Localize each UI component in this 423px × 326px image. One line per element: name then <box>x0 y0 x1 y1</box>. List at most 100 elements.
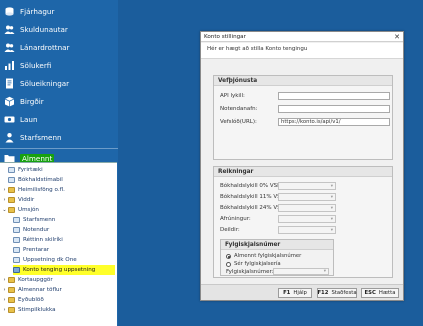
chevron-down-icon: ▾ <box>330 184 333 189</box>
url-label: Vefslóð(URL): <box>220 119 257 125</box>
help-button[interactable]: F1 Hjálp <box>278 288 312 298</box>
folder-icon <box>8 287 15 293</box>
tree-node-notendur[interactable]: Notendur <box>13 225 49 235</box>
attachment-number-group: Fylgiskjalsnúmer Almennt fylgiskjalsnúme… <box>220 239 334 276</box>
confirm-button[interactable]: F12 Staðfesta <box>317 288 357 298</box>
tree-node-prentarar[interactable]: Prentarar <box>13 245 49 255</box>
users-icon <box>4 24 15 35</box>
sidebar-item-label: Lánardrottnar <box>20 42 70 52</box>
radio-button[interactable] <box>226 261 231 267</box>
sidebar-item-label: Sölukerfi <box>20 60 52 70</box>
vat0-account-label: Bókhaldslykill 0% VSK: <box>220 183 283 189</box>
radio-label: Almennt fylgiskjalsnúmer <box>234 253 302 259</box>
tree-node-label: Bókhaldstímabil <box>18 177 63 183</box>
radio-button[interactable] <box>226 253 231 259</box>
folder-icon <box>8 307 15 313</box>
sidebar-item-label: Starfsmenn <box>20 132 62 142</box>
url-field[interactable]: https://konto.is/api/v1/ <box>278 118 390 126</box>
username-field[interactable] <box>278 105 390 113</box>
department-label: Deildir: <box>220 227 240 233</box>
tree-node-label: Uppsetning dk One <box>23 257 77 263</box>
chevron-right-icon[interactable]: › <box>2 307 7 313</box>
sidebar-item-starfsmenn[interactable]: Starfsmenn <box>0 128 118 146</box>
document-icon <box>13 257 20 263</box>
tree-node-konto-tenging[interactable]: Konto tenging uppsetning <box>13 265 115 275</box>
web-service-group: Vefþjónusta API lykill: Notendanafn: Vef… <box>213 75 393 160</box>
tree-node-uppsetning-dk-one[interactable]: Uppsetning dk One <box>13 255 77 265</box>
dialog-footer: F1 Hjálp F12 Staðfesta ESC Hætta <box>201 284 403 300</box>
chevron-down-icon: ▾ <box>323 269 326 274</box>
chevron-down-icon: ▾ <box>330 217 333 222</box>
tree-node-label: Konto tenging uppsetning <box>23 267 96 273</box>
help-shortcut: F1 <box>283 290 291 296</box>
document-icon <box>8 177 15 183</box>
radio-series-number[interactable]: Sér fylgiskjalsería <box>226 261 281 267</box>
tree-node-starfsmenn[interactable]: Starfsmenn <box>13 215 55 225</box>
tree-node-eydublod[interactable]: › Eyðublöð <box>2 295 44 305</box>
chevron-down-icon: ▾ <box>330 195 333 200</box>
group-title: Vefþjónusta <box>214 76 392 86</box>
tree-node-bokhaldstimabil[interactable]: Bókhaldstímabil <box>2 175 63 185</box>
tree-node-label: Réttinn skilríki <box>23 237 63 243</box>
cancel-label: Hætta <box>378 290 396 296</box>
dialog-info-text: Hér er hægt að stilla Konto tengingu <box>201 43 403 59</box>
tree-node-rafraen-skilriki[interactable]: Réttinn skilríki <box>13 235 63 245</box>
sidebar-item-solukerfi[interactable]: Sölukerfi <box>0 56 118 74</box>
sidebar-item-label: Birgðir <box>20 96 44 106</box>
sidebar-item-label: Sölueikningar <box>20 78 70 88</box>
users-icon <box>4 42 15 53</box>
group-title: Reikningar <box>214 167 392 177</box>
tree-node-label: Starfsmenn <box>23 217 56 223</box>
vat24-account-select[interactable]: ▾ <box>278 204 336 212</box>
chevron-right-icon[interactable]: › <box>2 187 7 193</box>
tree-node-kortauppgjor[interactable]: › Kortaupggör <box>2 275 53 285</box>
chevron-down-icon: ▾ <box>330 228 333 233</box>
konto-settings-dialog: Konto stillingar ✕ Hér er hægt að stilla… <box>200 31 404 301</box>
tree-node-label: Kortaupggör <box>18 277 53 283</box>
sidebar-item-label: Laun <box>20 114 38 124</box>
api-key-field[interactable] <box>278 92 390 100</box>
api-key-label: API lykill: <box>220 93 245 99</box>
vat0-account-select[interactable]: ▾ <box>278 182 336 190</box>
folder-icon <box>8 207 15 213</box>
chevron-down-icon: ▾ <box>330 206 333 211</box>
chevron-right-icon[interactable]: › <box>2 297 7 303</box>
tree-node-label: Stimpilklukka <box>18 307 56 313</box>
cancel-button[interactable]: ESC Hætta <box>361 288 399 298</box>
chevron-right-icon[interactable]: › <box>2 197 7 203</box>
tree-node-umsjon[interactable]: ⌄ Umsjón <box>2 205 39 215</box>
department-select[interactable]: ▾ <box>278 226 336 234</box>
sidebar-item-skuldunautar[interactable]: Skuldunautar <box>0 20 118 38</box>
vat24-account-label: Bókhaldslykill 24% VSK: <box>220 205 287 211</box>
tree-node-label: Umsjón <box>18 207 39 213</box>
radio-label: Sér fylgiskjalsería <box>234 261 281 267</box>
sidebar-item-lanardrottnar[interactable]: Lánardrottnar <box>0 38 118 56</box>
tree-node-heimilisfong[interactable]: › Heimilisföng o.fl. <box>2 185 65 195</box>
attachment-number-select[interactable]: ▾ <box>273 268 329 275</box>
project-select[interactable]: ▾ <box>278 215 336 223</box>
dialog-titlebar[interactable]: Konto stillingar ✕ <box>201 32 403 42</box>
sidebar-item-label: Fjárhagur <box>20 6 55 16</box>
sidebar-item-birgdir[interactable]: Birgðir <box>0 92 118 110</box>
sidebar-item-soluikningar[interactable]: Sölueikningar <box>0 74 118 92</box>
tree-node-label: Fyrirtæki <box>18 167 43 173</box>
navigation-tree: Fyrirtæki Bókhaldstímabil › Heimilisföng… <box>0 162 117 326</box>
close-icon[interactable]: ✕ <box>394 33 400 41</box>
invoice-icon <box>4 78 15 89</box>
document-icon <box>13 247 20 253</box>
document-icon <box>13 217 20 223</box>
sidebar-item-laun[interactable]: Laun <box>0 110 118 128</box>
tree-node-viddir[interactable]: › Viddir <box>2 195 34 205</box>
chevron-right-icon[interactable]: › <box>2 277 7 283</box>
chevron-down-icon[interactable]: ⌄ <box>2 207 7 213</box>
money-icon <box>4 114 15 125</box>
chevron-right-icon[interactable]: › <box>2 287 7 293</box>
radio-general-number[interactable]: Almennt fylgiskjalsnúmer <box>226 253 301 259</box>
attachment-number-label: Fylgiskjalsnúmer: <box>226 269 274 275</box>
sidebar-item-fjarhagur[interactable]: Fjárhagur <box>0 2 118 20</box>
vat11-account-select[interactable]: ▾ <box>278 193 336 201</box>
tree-node-almennar-toflur[interactable]: › Almennar töflur <box>2 285 62 295</box>
tree-node-fyrirtaeki[interactable]: Fyrirtæki <box>2 165 43 175</box>
box-icon <box>4 96 15 107</box>
tree-node-stimpilklukka[interactable]: › Stimpilklukka <box>2 305 56 315</box>
